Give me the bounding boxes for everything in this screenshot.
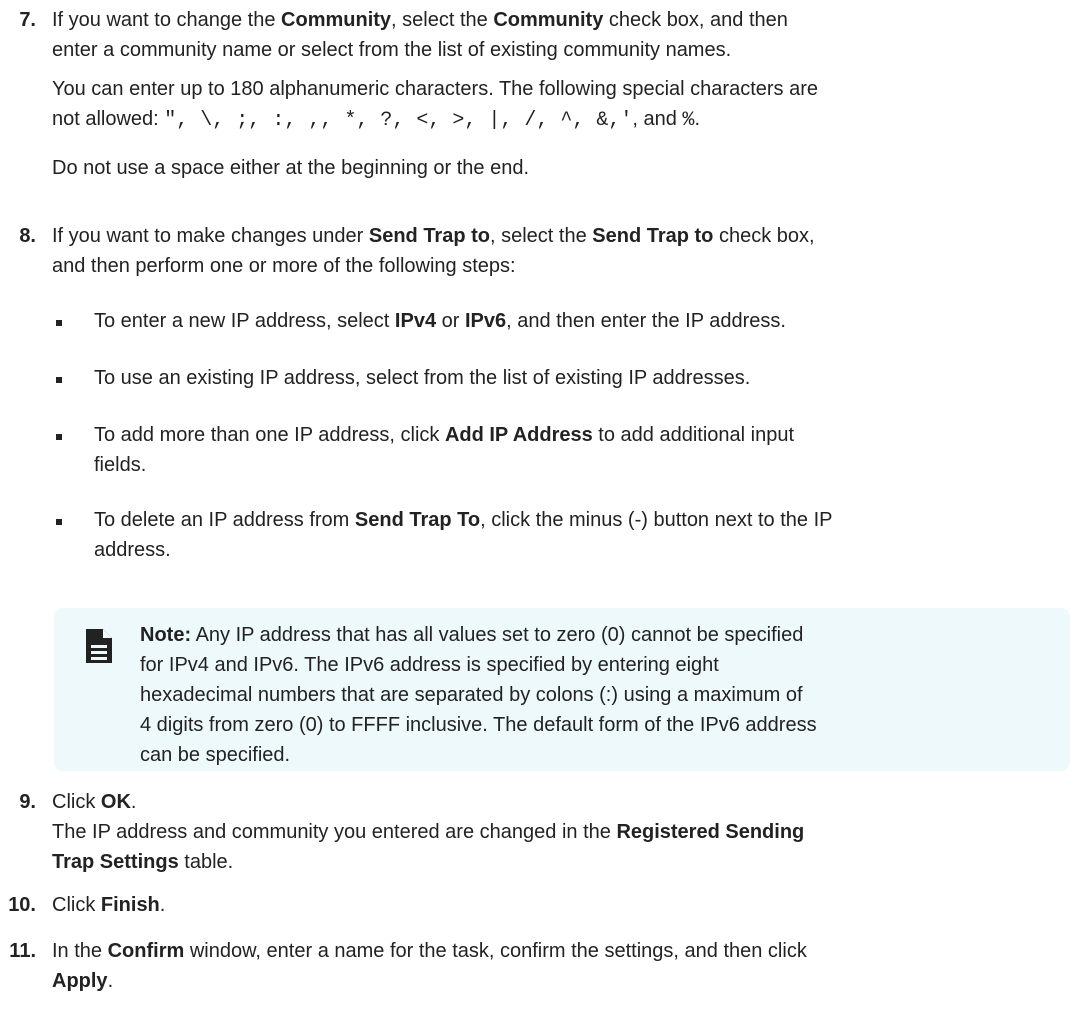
bullet-marker xyxy=(56,320,62,326)
note-text: Note: Any IP address that has all values… xyxy=(140,624,817,766)
step-number: 7. xyxy=(19,9,36,31)
step-body: If you want to change the Community, sel… xyxy=(52,5,1072,183)
step-text: enter a community name or select from th… xyxy=(52,39,732,61)
space-rule-text: Do not use a space either at the beginni… xyxy=(52,157,530,179)
allowed-characters-text: You can enter up to 180 alphanumeric cha… xyxy=(52,78,819,100)
list-item-text: To use an existing IP address, select fr… xyxy=(94,367,751,389)
note-callout: Note: Any IP address that has all values… xyxy=(54,608,1070,771)
step-text: and then perform one or more of the foll… xyxy=(52,255,516,277)
step-body: Click Finish. xyxy=(52,890,1072,920)
bullet-marker xyxy=(56,434,62,440)
step-body: In the Confirm window, enter a name for … xyxy=(52,936,1072,996)
list-item-text: To delete an IP address from Send Trap T… xyxy=(94,509,833,561)
step-text: In the Confirm window, enter a name for … xyxy=(52,940,807,962)
note-document-icon xyxy=(86,629,112,663)
step-number: 8. xyxy=(19,225,36,247)
step-body: Click OK. The IP address and community y… xyxy=(52,787,1072,877)
bullet-marker xyxy=(56,377,62,383)
step-result-text: The IP address and community you entered… xyxy=(52,821,805,843)
list-item-text: To add more than one IP address, click A… xyxy=(94,424,795,476)
step-text: Click Finish. xyxy=(52,894,166,916)
step-body: If you want to make changes under Send T… xyxy=(52,221,1072,281)
step-text: Apply. xyxy=(52,970,114,992)
list-item-text: To enter a new IP address, select IPv4 o… xyxy=(94,310,786,332)
step-text: Click OK. xyxy=(52,791,137,813)
step-text: If you want to make changes under Send T… xyxy=(52,225,815,247)
step-text: If you want to change the Community, sel… xyxy=(52,9,788,31)
step-result-text: Trap Settings table. xyxy=(52,851,234,873)
note-label: Note: xyxy=(140,624,192,646)
bullet-marker xyxy=(56,519,62,525)
step-number: 10. xyxy=(8,894,36,916)
disallowed-characters-text: not allowed: ", \, ;, :, ,, *, ?, <, >, … xyxy=(52,108,700,132)
step-number: 11. xyxy=(9,940,36,962)
step-number: 9. xyxy=(19,791,36,813)
